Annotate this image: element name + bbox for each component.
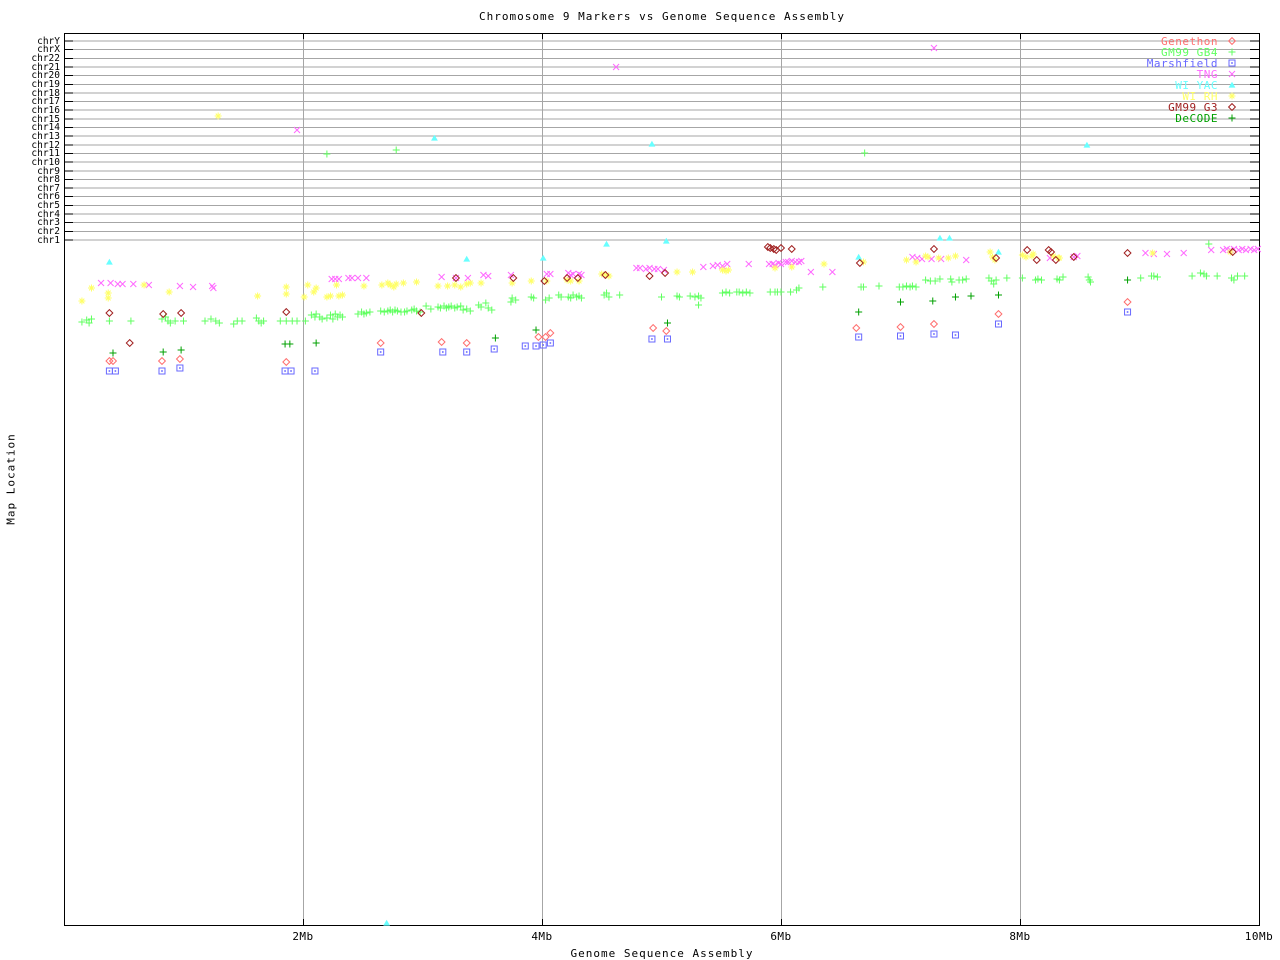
series-genethon-points (105, 297, 1132, 367)
x-tick-label-10mb: 10Mb (1244, 930, 1274, 943)
series-gm99-g3-points (105, 242, 1237, 348)
series-wi-rh-points (78, 112, 1234, 305)
plot-area (64, 33, 1262, 926)
x-tick-label-8mb: 8Mb (1009, 930, 1031, 943)
legend-item-decode: DeCODE (1175, 111, 1218, 125)
x-tick-label-4mb: 4Mb (531, 930, 553, 943)
series-gm99-gb4-points (78, 146, 1249, 328)
x-tick-label-2mb: 2Mb (292, 930, 314, 943)
series-decode-points (109, 276, 1132, 357)
series-tng-points (97, 44, 1262, 292)
legend-marker-decode-icon (1228, 114, 1236, 122)
plot-border (64, 33, 1260, 926)
chart: Chromosome 9 Markers vs Genome Sequence … (0, 0, 1280, 960)
series-wi-yac-points (106, 134, 1091, 926)
gridlines (64, 33, 1259, 925)
y-tick-label-chr1: chr1 (37, 234, 60, 246)
series-marshfield-points (105, 308, 1132, 375)
x-tick-label-6mb: 6Mb (770, 930, 792, 943)
